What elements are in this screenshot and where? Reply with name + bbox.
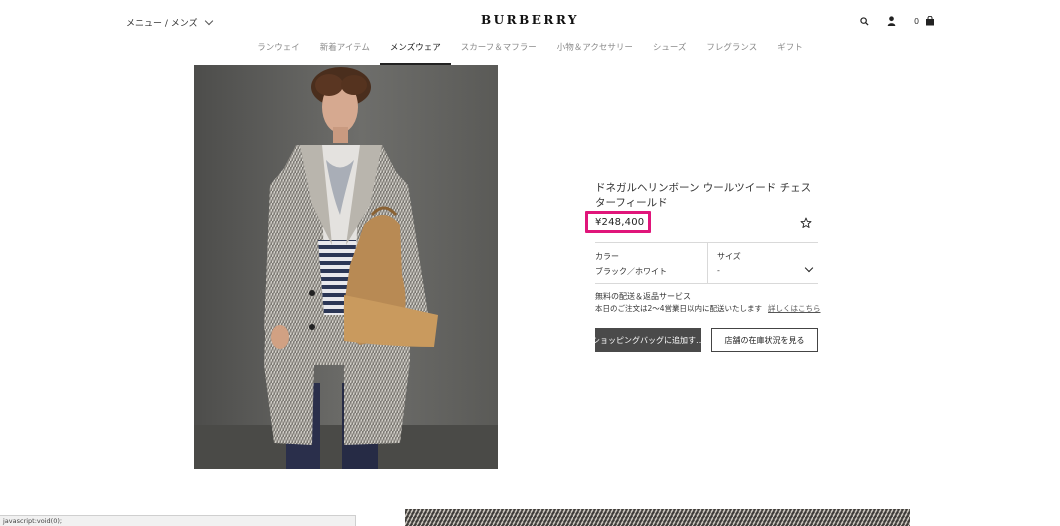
shipping-title: 無料の配送＆返品サービス bbox=[595, 292, 691, 301]
model-photo bbox=[194, 65, 498, 469]
shopping-bag-button[interactable]: 0 bbox=[914, 14, 935, 28]
color-selector[interactable]: カラー ブラック／ホワイト bbox=[595, 243, 707, 283]
search-button[interactable] bbox=[860, 14, 869, 28]
fabric-detail-image[interactable] bbox=[405, 509, 910, 526]
shopping-bag-icon bbox=[926, 16, 935, 26]
size-value: - bbox=[717, 266, 720, 275]
product-price: ¥248,400 bbox=[595, 216, 645, 228]
color-label: カラー bbox=[595, 252, 619, 261]
category-nav: ランウェイ 新着アイテム メンズウェア スカーフ＆マフラー 小物＆アクセサリー … bbox=[0, 41, 1060, 65]
header-tools: 0 bbox=[854, 14, 944, 30]
nav-item-new-arrivals[interactable]: 新着アイテム bbox=[310, 41, 380, 65]
nav-item-menswear[interactable]: メンズウェア bbox=[379, 41, 451, 65]
nav-item-shoes[interactable]: シューズ bbox=[643, 41, 697, 65]
size-label: サイズ bbox=[717, 252, 741, 261]
size-selector[interactable]: サイズ - bbox=[708, 243, 818, 283]
shipping-details-link[interactable]: 詳しくはこちら bbox=[768, 303, 821, 314]
account-button[interactable] bbox=[887, 14, 896, 28]
star-icon[interactable] bbox=[800, 217, 812, 229]
nav-item-gifts[interactable]: ギフト bbox=[767, 41, 813, 65]
store-stock-button[interactable]: 店舗の在庫状況を見る bbox=[711, 328, 818, 352]
product-options: カラー ブラック／ホワイト サイズ - bbox=[595, 242, 818, 284]
fabric-photo bbox=[405, 509, 910, 526]
search-icon bbox=[860, 16, 869, 26]
nav-item-scarves[interactable]: スカーフ＆マフラー bbox=[451, 41, 547, 65]
nav-item-fragrance[interactable]: フレグランス bbox=[696, 41, 767, 65]
product-title: ドネガルヘリンボーン ウールツイード チェスターフィールド bbox=[595, 182, 812, 209]
product-image[interactable] bbox=[194, 65, 498, 469]
nav-item-runway[interactable]: ランウェイ bbox=[247, 41, 310, 65]
user-icon bbox=[887, 16, 896, 26]
price-highlight: ¥248,400 bbox=[585, 211, 651, 233]
shipping-note: 本日のご注文は2～4営業日以内に配送いたします bbox=[595, 304, 763, 313]
nav-item-accessories[interactable]: 小物＆アクセサリー bbox=[547, 41, 643, 65]
browser-status-bar: javascript:void(0); bbox=[0, 515, 356, 526]
add-to-bag-button[interactable]: ショッピングバッグに追加す… bbox=[592, 328, 704, 352]
chevron-down-icon bbox=[804, 263, 814, 273]
color-value: ブラック／ホワイト bbox=[595, 267, 667, 276]
bag-count: 0 bbox=[914, 16, 920, 26]
